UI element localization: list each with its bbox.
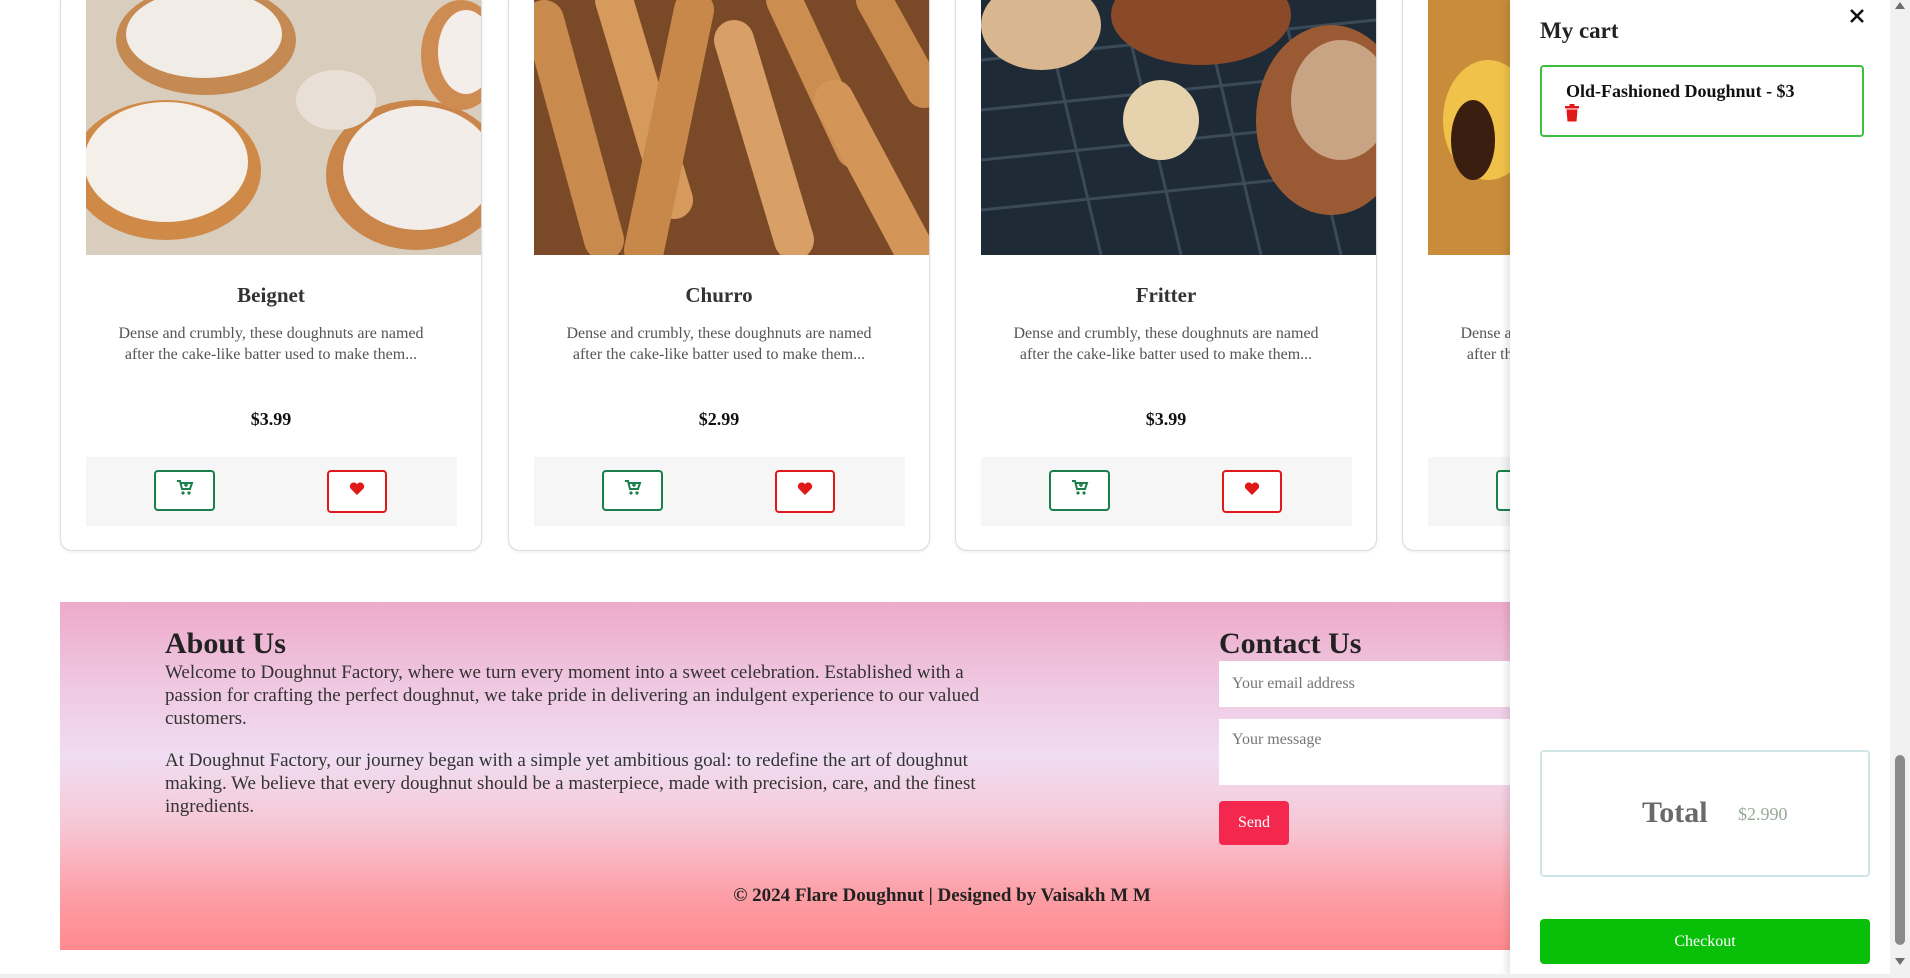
product-price: $3.99	[250, 409, 292, 429]
product-image-beignet	[86, 0, 481, 255]
product-name: Churro	[685, 283, 753, 307]
scroll-up-arrow-icon[interactable]	[1895, 2, 1905, 9]
close-icon	[1850, 8, 1864, 28]
heart-icon	[1244, 482, 1260, 501]
site-footer: About Us Welcome to Doughnut Factory, wh…	[60, 602, 1520, 950]
cart-title: My cart	[1540, 18, 1619, 43]
about-title: About Us	[165, 627, 286, 660]
contact-message-input[interactable]	[1219, 719, 1520, 785]
add-to-cart-button[interactable]	[154, 470, 215, 511]
product-description: Dense and crumbly, these doughnuts are n…	[1013, 325, 1319, 363]
page-scrollbar[interactable]	[1890, 0, 1910, 978]
product-actions	[981, 457, 1352, 526]
cart-item-label: Old-Fashioned Doughnut - $3	[1566, 81, 1795, 101]
trash-icon	[1564, 104, 1580, 126]
heart-icon	[797, 482, 813, 501]
product-price: $3.99	[1145, 409, 1187, 429]
add-to-cart-icon	[1071, 480, 1089, 501]
about-paragraph-2: At Doughnut Factory, our journey began w…	[165, 750, 976, 817]
total-value: $2.990	[1738, 804, 1788, 824]
add-to-favorites-button[interactable]	[327, 470, 387, 513]
cart-item: Old-Fashioned Doughnut - $3	[1540, 65, 1864, 137]
send-button[interactable]: Send	[1219, 801, 1289, 845]
product-card: Churro Dense and crumbly, these doughnut…	[508, 0, 930, 551]
scrollbar-thumb[interactable]	[1895, 755, 1905, 945]
product-price: $2.99	[698, 409, 740, 429]
scroll-down-arrow-icon[interactable]	[1895, 958, 1905, 965]
about-paragraph-1: Welcome to Doughnut Factory, where we tu…	[165, 662, 980, 729]
product-description: Dense and crumbly, these doughnuts are n…	[118, 325, 424, 363]
product-name: Beignet	[237, 283, 305, 307]
add-to-cart-icon	[624, 480, 642, 501]
product-actions	[86, 457, 457, 526]
checkout-button[interactable]: Checkout	[1540, 919, 1870, 964]
product-image-fritter	[981, 0, 1376, 255]
product-card: Fritter Dense and crumbly, these doughnu…	[955, 0, 1377, 551]
add-to-favorites-button[interactable]	[775, 470, 835, 513]
close-cart-button[interactable]	[1843, 4, 1871, 32]
product-actions	[534, 457, 905, 526]
add-to-cart-icon	[176, 480, 194, 501]
product-image-churro	[534, 0, 929, 255]
add-to-cart-button[interactable]	[1049, 470, 1110, 511]
total-label: Total	[1642, 796, 1708, 829]
add-to-cart-button[interactable]	[602, 470, 663, 511]
contact-email-input[interactable]	[1219, 661, 1520, 707]
product-description: Dense and crumbly, these doughnuts are n…	[566, 325, 872, 363]
add-to-favorites-button[interactable]	[1222, 470, 1282, 513]
remove-item-button[interactable]	[1564, 104, 1580, 127]
contact-title: Contact Us	[1219, 627, 1362, 660]
product-card: Beignet Dense and crumbly, these doughnu…	[60, 0, 482, 551]
copyright-text: © 2024 Flare Doughnut | Designed by Vais…	[733, 885, 1151, 906]
product-name: Fritter	[1135, 283, 1197, 307]
cart-total-box: Total $2.990	[1540, 750, 1870, 877]
cart-panel: My cart Old-Fashioned Doughnut - $3 Tota…	[1510, 0, 1890, 978]
horizontal-divider	[0, 974, 1890, 978]
heart-icon	[349, 482, 365, 501]
